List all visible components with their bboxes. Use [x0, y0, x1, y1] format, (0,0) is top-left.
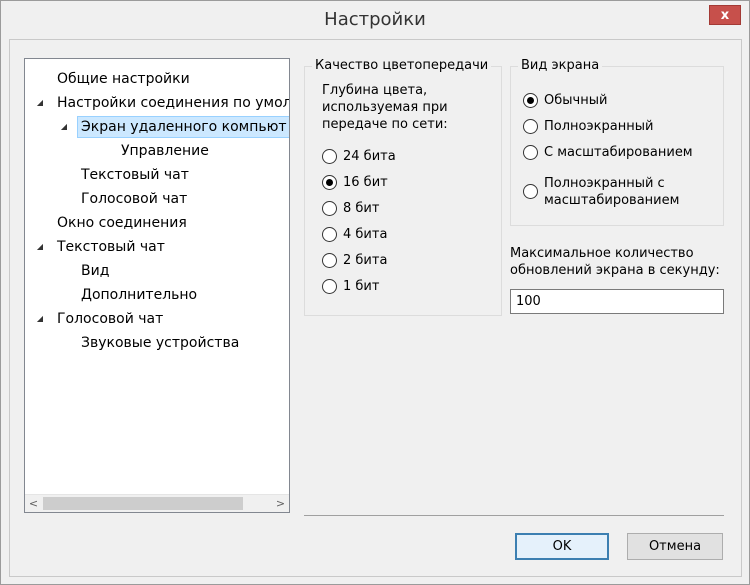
scroll-right-arrow-icon[interactable]: >: [272, 495, 289, 512]
buttons-separator: [304, 515, 724, 516]
radio-circle-icon[interactable]: [322, 175, 337, 190]
tree-item-label: Голосовой чат: [57, 311, 164, 327]
radio-circle-icon[interactable]: [523, 145, 538, 160]
dialog-client-area: Общие настройки ◢ Настройки соединения по …: [9, 39, 742, 577]
max-updates-input[interactable]: 100: [510, 289, 724, 314]
expand-arrow-icon[interactable]: ◢: [35, 236, 45, 258]
tree-item[interactable]: Звуковые устройства: [25, 332, 289, 354]
radio-circle-icon[interactable]: [523, 184, 538, 199]
max-updates-label-line-1: Максимальное количество: [510, 246, 694, 261]
radio-circle-icon[interactable]: [523, 119, 538, 134]
radio-label: 2 бита: [343, 253, 388, 268]
radio-label: Полноэкранный с масштабированием: [544, 175, 679, 209]
radio-label-line-1: Полноэкранный с: [544, 176, 665, 191]
tree-item[interactable]: ◢ Текстовый чат: [25, 236, 289, 258]
expand-arrow-icon[interactable]: ◢: [59, 116, 69, 138]
tree-item[interactable]: Окно соединения: [25, 212, 289, 234]
screen-view-radio[interactable]: Обычный: [523, 92, 607, 109]
tree-item[interactable]: Управление: [25, 140, 289, 162]
tree-items: Общие настройки ◢ Настройки соединения по …: [25, 59, 289, 494]
expand-arrow-icon[interactable]: ◢: [35, 92, 45, 114]
title-bar: Настройки x: [1, 1, 749, 39]
tree-item[interactable]: ◢ Экран удаленного компьют: [25, 116, 289, 138]
tree-item-label: Вид: [81, 263, 110, 279]
cancel-button[interactable]: Отмена: [627, 533, 723, 560]
tree-item[interactable]: Дополнительно: [25, 284, 289, 306]
tree-item-label: Звуковые устройства: [81, 335, 240, 351]
tree-item[interactable]: ◢ Настройки соединения по умол.: [25, 92, 289, 114]
color-depth-radio[interactable]: 8 бит: [322, 200, 379, 217]
close-button[interactable]: x: [709, 5, 741, 25]
radio-circle-icon[interactable]: [322, 149, 337, 164]
color-depth-label-line-2: используемая при: [322, 100, 448, 115]
radio-label: 1 бит: [343, 279, 380, 294]
color-depth-label-line-1: Глубина цвета,: [322, 83, 428, 98]
scrollbar-thumb[interactable]: [43, 497, 243, 510]
radio-label: Обычный: [544, 93, 608, 108]
max-updates-label-line-2: обновлений экрана в секунду:: [510, 263, 720, 278]
ok-button[interactable]: OK: [515, 533, 609, 560]
tree-item-label: Общие настройки: [57, 71, 190, 87]
radio-circle-icon[interactable]: [322, 279, 337, 294]
color-depth-label-line-3: передаче по сети:: [322, 117, 448, 132]
radio-circle-icon[interactable]: [322, 201, 337, 216]
settings-tree[interactable]: Общие настройки ◢ Настройки соединения по …: [24, 58, 290, 513]
radio-label-line-2: масштабированием: [544, 193, 680, 208]
color-depth-radio[interactable]: 2 бита: [322, 252, 387, 269]
color-quality-title: Качество цветопередачи: [312, 58, 492, 73]
tree-horizontal-scrollbar[interactable]: < >: [25, 494, 289, 512]
radio-label: Полноэкранный: [544, 119, 654, 134]
close-icon: x: [720, 7, 730, 23]
radio-circle-icon[interactable]: [322, 227, 337, 242]
screen-view-radio[interactable]: Полноэкранный с масштабированием: [523, 175, 679, 209]
radio-label: 24 бита: [343, 149, 396, 164]
tree-item-label: Текстовый чат: [57, 239, 165, 255]
tree-item[interactable]: ◢ Голосовой чат: [25, 308, 289, 330]
tree-item-label: Настройки соединения по умол.: [57, 95, 289, 111]
radio-circle-icon[interactable]: [322, 253, 337, 268]
color-depth-radio[interactable]: 4 бита: [322, 226, 387, 243]
settings-window: Настройки x Общие настройки ◢ Настройки со…: [0, 0, 750, 585]
color-depth-radio[interactable]: 16 бит: [322, 174, 388, 191]
window-title: Настройки: [324, 9, 426, 30]
tree-item[interactable]: Общие настройки: [25, 68, 289, 90]
tree-item[interactable]: Текстовый чат: [25, 164, 289, 186]
screen-view-title: Вид экрана: [518, 58, 603, 73]
expand-arrow-icon[interactable]: ◢: [35, 308, 45, 330]
radio-label: 8 бит: [343, 201, 380, 216]
tree-item[interactable]: Голосовой чат: [25, 188, 289, 210]
tree-item-label: Окно соединения: [57, 215, 187, 231]
screen-view-radio[interactable]: Полноэкранный: [523, 118, 653, 135]
screen-view-radio[interactable]: С масштабированием: [523, 144, 693, 161]
tree-item-label: Голосовой чат: [81, 191, 188, 207]
radio-circle-icon[interactable]: [523, 93, 538, 108]
tree-item-label: Экран удаленного компьют: [77, 116, 289, 138]
tree-item[interactable]: Вид: [25, 260, 289, 282]
color-depth-radio[interactable]: 1 бит: [322, 278, 379, 295]
tree-item-label: Дополнительно: [81, 287, 198, 303]
radio-label: 4 бита: [343, 227, 388, 242]
tree-item-label: Текстовый чат: [81, 167, 189, 183]
radio-label: С масштабированием: [544, 145, 693, 160]
color-depth-radio[interactable]: 24 бита: [322, 148, 396, 165]
tree-item-label: Управление: [121, 143, 209, 159]
radio-label: 16 бит: [343, 175, 388, 190]
scroll-left-arrow-icon[interactable]: <: [25, 495, 42, 512]
